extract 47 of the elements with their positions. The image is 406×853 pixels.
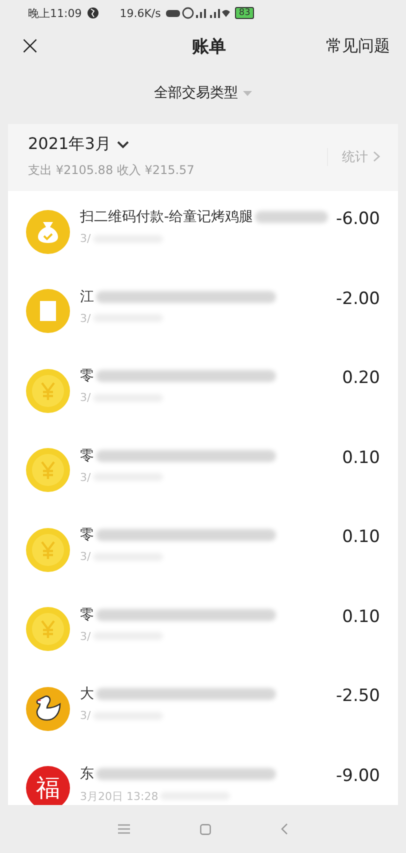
- close-button[interactable]: ×: [18, 31, 42, 61]
- transaction-date: 3/: [80, 550, 91, 563]
- transaction-title: 东: [80, 764, 94, 782]
- transaction-amount: 0.10: [342, 606, 380, 626]
- home-icon[interactable]: [200, 824, 211, 834]
- chevron-down-icon: [116, 140, 129, 148]
- transaction-title: 零: [80, 526, 94, 544]
- dropdown-caret-icon: [243, 90, 252, 96]
- transaction-title: 零: [80, 606, 94, 624]
- transaction-type-filter[interactable]: 全部交易类型: [154, 84, 238, 102]
- faq-link[interactable]: 常见问题: [326, 36, 390, 56]
- status-time: 晚上11:09: [28, 6, 82, 20]
- month-selector[interactable]: 2021年3月: [28, 134, 111, 155]
- yuan-coin-icon: [26, 607, 70, 652]
- monthly-totals: 支出 ¥2105.88 收入 ¥215.57: [28, 162, 194, 179]
- transaction-date: 3/: [80, 232, 91, 245]
- transaction-amount: -6.00: [336, 208, 380, 229]
- fu-badge-icon: 福: [26, 766, 70, 805]
- transaction-amount: 0.20: [342, 367, 380, 388]
- transaction-date: 3月20日 13:28: [80, 788, 158, 804]
- transaction-amount: -9.00: [336, 764, 380, 786]
- yuan-coin-icon: [26, 528, 70, 572]
- yuan-coin-icon: [26, 368, 70, 413]
- menu-icon[interactable]: [118, 824, 130, 834]
- page-title: 账单: [192, 36, 226, 58]
- transaction-title: 扫二维码付款-给童记烤鸡腿: [80, 208, 254, 226]
- yuan-coin-icon: [26, 448, 70, 492]
- transaction-title: 大: [80, 685, 94, 703]
- network-speed: 19.6K/s: [120, 6, 161, 20]
- transaction-amount: -2.50: [336, 685, 380, 706]
- transaction-date: 3/: [80, 630, 91, 642]
- transaction-title: 零: [80, 446, 94, 464]
- transaction-date: 3/: [80, 312, 91, 324]
- money-bag-icon: [26, 210, 70, 254]
- transaction-amount: 0.10: [342, 446, 380, 468]
- transaction-amount: 0.10: [342, 526, 380, 547]
- transaction-date: 3/: [80, 470, 91, 484]
- receipt-icon: [26, 289, 70, 334]
- chevron-right-icon: [373, 151, 380, 162]
- transaction-date: 3/: [80, 391, 91, 404]
- transaction-title: 零: [80, 367, 94, 385]
- battery-level: 83: [234, 7, 254, 19]
- transaction-title: 江: [80, 288, 94, 306]
- duck-icon: [26, 686, 70, 731]
- transaction-amount: -2.00: [336, 288, 380, 308]
- back-icon[interactable]: [281, 823, 288, 835]
- transaction-date: 3/: [80, 709, 91, 722]
